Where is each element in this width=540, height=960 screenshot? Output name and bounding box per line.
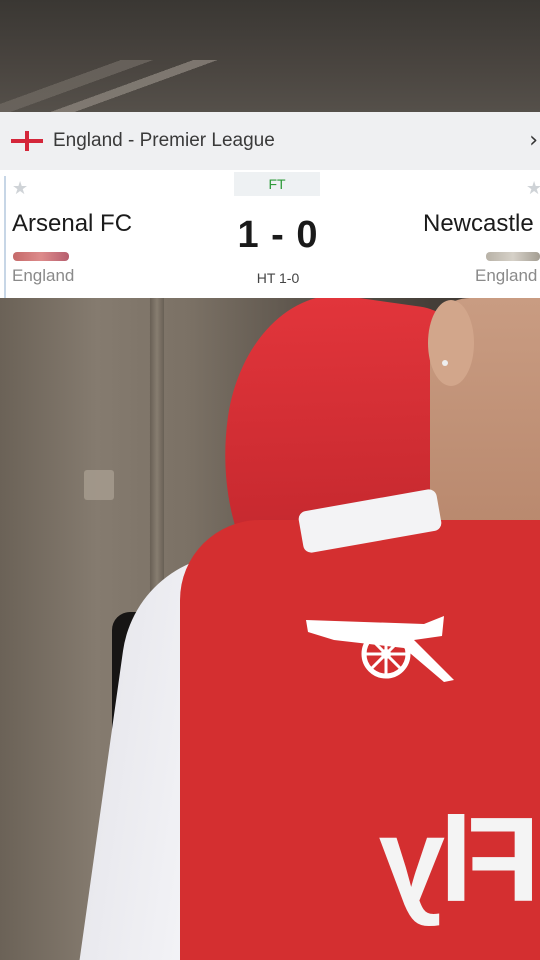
league-header[interactable]: England - Premier League ›	[0, 112, 540, 170]
card-divider	[4, 176, 6, 298]
home-favorite-star-icon[interactable]: ★	[12, 178, 28, 199]
ceiling-cornice	[0, 60, 260, 112]
home-team-name[interactable]: Arsenal FC	[12, 210, 132, 238]
jersey-sponsor-text: Fly	[384, 793, 540, 927]
cannon-crest-icon	[306, 616, 454, 682]
home-team-logo	[13, 252, 69, 261]
away-favorite-star-icon[interactable]: ★	[526, 178, 540, 199]
halftime-score: HT 1-0	[256, 270, 300, 286]
wall-switch	[84, 470, 114, 500]
home-team-country: England	[12, 266, 75, 285]
away-team-name[interactable]: Newcastle	[423, 210, 534, 238]
match-card[interactable]: ★ ★ FT Arsenal FC England 1 - 0 HT 1-0 N…	[0, 170, 540, 298]
person-ear	[428, 300, 474, 386]
england-flag-icon	[11, 131, 43, 151]
match-status-badge: FT	[234, 172, 320, 196]
league-name: England - Premier League	[53, 130, 275, 151]
match-score: 1 - 0	[237, 214, 319, 256]
chevron-right-icon[interactable]: ›	[529, 128, 538, 153]
away-team-logo	[486, 252, 540, 261]
away-team-country: England	[475, 266, 538, 285]
earring	[442, 360, 448, 366]
